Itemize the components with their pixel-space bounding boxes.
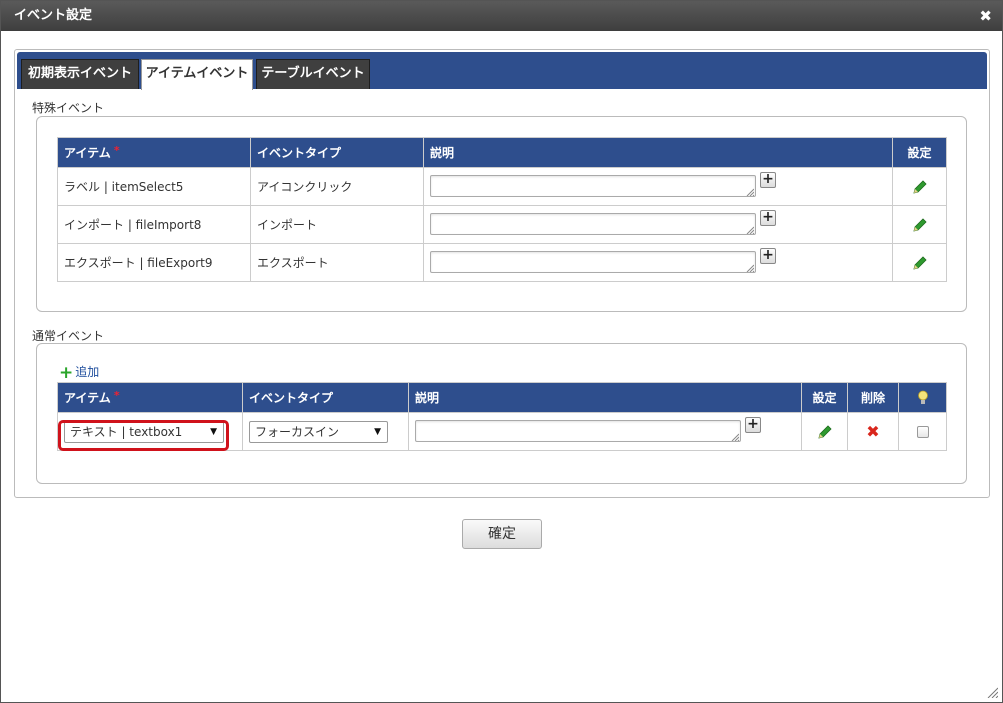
column-header-settings: 設定	[892, 137, 947, 168]
tab-table-event[interactable]: テーブルイベント	[256, 59, 370, 89]
expand-description-button[interactable]: +	[745, 416, 761, 433]
item-cell: エクスポート | fileExport9	[57, 243, 251, 282]
event-type-select-value: フォーカスイン	[255, 424, 340, 439]
special-events-table: アイテム * イベントタイプ 説明 設定 ラベル | itemSelect5 アイ…	[57, 137, 947, 282]
description-textarea[interactable]	[415, 419, 741, 442]
resize-grip-icon	[746, 226, 754, 234]
event-settings-dialog: イベント設定 ✖ 初期表示イベント アイテムイベント テーブルイベント 特殊イベ…	[0, 0, 1003, 703]
special-events-fieldset: アイテム * イベントタイプ 説明 設定 ラベル | itemSelect5 アイ…	[36, 116, 967, 312]
highlight-outline	[58, 420, 229, 451]
event-type-cell: エクスポート	[250, 243, 424, 282]
tab-panel: 初期表示イベント アイテムイベント テーブルイベント 特殊イベント アイテム * …	[14, 49, 990, 498]
settings-cell	[892, 205, 947, 244]
add-label: 追加	[75, 365, 100, 379]
edit-pencil-icon[interactable]	[911, 216, 929, 234]
description-textarea[interactable]	[430, 250, 756, 273]
special-events-title: 特殊イベント	[32, 101, 105, 115]
close-icon[interactable]: ✖	[979, 1, 992, 31]
column-header-event-type: イベントタイプ	[250, 137, 424, 168]
delete-icon[interactable]: ✖	[866, 422, 879, 441]
expand-description-button[interactable]: +	[760, 209, 776, 226]
add-plus-icon: +	[59, 363, 74, 383]
dropdown-arrow-icon: ▼	[374, 426, 381, 437]
delete-cell: ✖	[847, 412, 899, 451]
settings-cell	[801, 412, 848, 451]
dialog-title: イベント設定	[14, 8, 93, 23]
edit-pencil-icon[interactable]	[816, 423, 834, 441]
tab-initial-display-event[interactable]: 初期表示イベント	[21, 59, 139, 89]
edit-pencil-icon[interactable]	[911, 254, 929, 272]
column-header-settings: 設定	[801, 382, 848, 413]
resize-grip-icon	[731, 433, 739, 441]
table-header-row: アイテム * イベントタイプ 説明 設定 削除	[57, 382, 947, 413]
event-type-cell: インポート	[250, 205, 424, 244]
resize-grip-icon	[746, 188, 754, 196]
column-header-delete: 削除	[847, 382, 899, 413]
tab-bar: 初期表示イベント アイテムイベント テーブルイベント	[17, 52, 987, 90]
column-header-item: アイテム *	[57, 382, 243, 413]
dialog-title-bar[interactable]: イベント設定 ✖	[1, 1, 1002, 31]
table-row: エクスポート | fileExport9 エクスポート +	[57, 243, 947, 282]
column-header-item: アイテム *	[57, 137, 251, 168]
expand-description-button[interactable]: +	[760, 171, 776, 188]
item-cell: ラベル | itemSelect5	[57, 167, 251, 206]
description-textarea[interactable]	[430, 212, 756, 235]
row-checkbox[interactable]	[916, 426, 929, 438]
expand-description-button[interactable]: +	[760, 247, 776, 264]
column-header-description: 説明	[408, 382, 802, 413]
settings-cell	[892, 167, 947, 206]
table-row: ラベル | itemSelect5 アイコンクリック +	[57, 167, 947, 206]
item-cell: インポート | fileImport8	[57, 205, 251, 244]
confirm-button[interactable]: 確定	[462, 519, 542, 549]
add-event-link[interactable]: + 追加	[59, 363, 99, 383]
column-header-event-type: イベントタイプ	[242, 382, 409, 413]
description-cell: +	[423, 243, 893, 282]
description-textarea[interactable]	[430, 174, 756, 197]
event-type-cell: アイコンクリック	[250, 167, 424, 206]
checkbox-cell	[898, 412, 947, 451]
lightbulb-icon	[917, 390, 928, 404]
resize-grip-icon	[746, 264, 754, 272]
edit-pencil-icon[interactable]	[911, 178, 929, 196]
event-type-select[interactable]: フォーカスイン ▼	[249, 420, 388, 443]
description-cell: +	[408, 412, 802, 451]
normal-events-fieldset: + 追加 アイテム * イベントタイプ 説明 設定 削除 テキスト | text…	[36, 343, 967, 484]
window-resize-icon[interactable]	[986, 686, 998, 698]
tab-item-event[interactable]: アイテムイベント	[141, 59, 253, 90]
column-header-bulb	[898, 382, 947, 413]
column-header-description: 説明	[423, 137, 893, 168]
table-header-row: アイテム * イベントタイプ 説明 設定	[57, 137, 947, 168]
normal-events-title: 通常イベント	[32, 329, 105, 343]
description-cell: +	[423, 205, 893, 244]
settings-cell	[892, 243, 947, 282]
description-cell: +	[423, 167, 893, 206]
table-row: インポート | fileImport8 インポート +	[57, 205, 947, 244]
event-type-cell: フォーカスイン ▼	[242, 412, 409, 451]
